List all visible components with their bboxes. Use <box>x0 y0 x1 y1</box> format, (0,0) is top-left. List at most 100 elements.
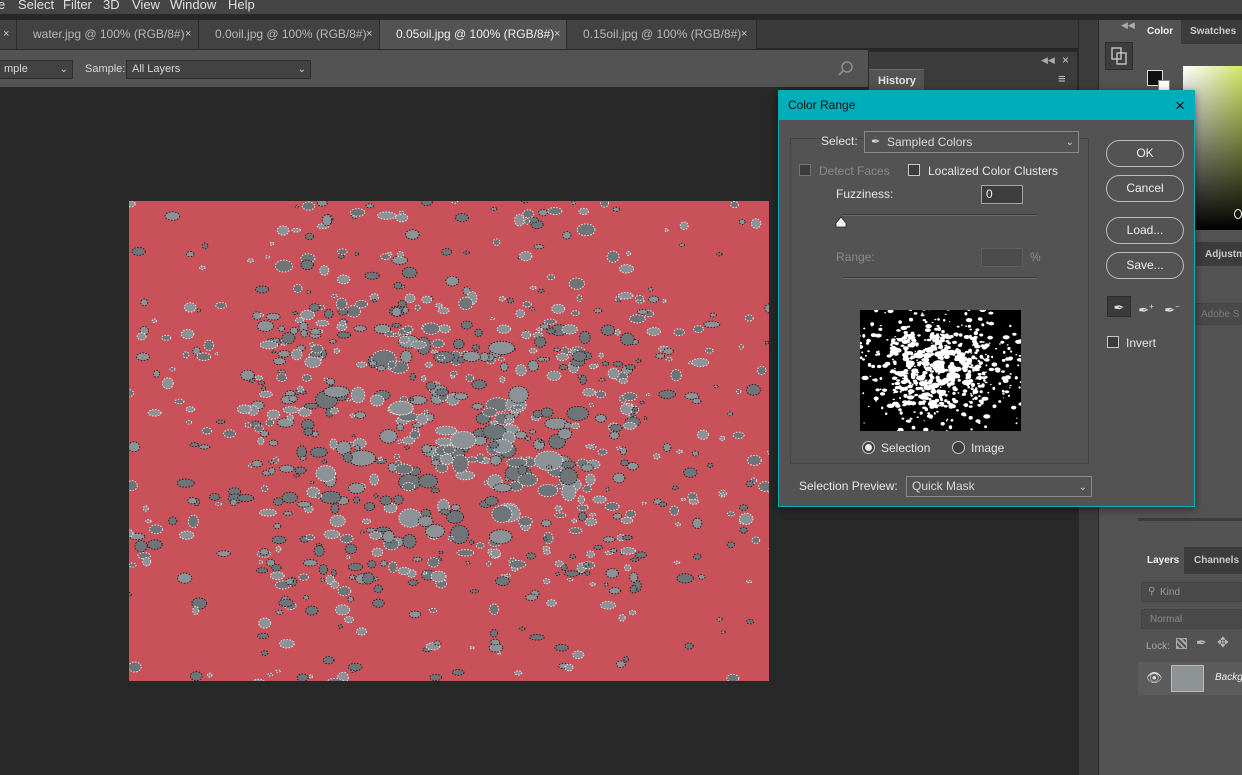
oil-droplet <box>379 560 388 567</box>
layer-name[interactable]: Backgr <box>1215 672 1242 683</box>
panel-menu-icon[interactable]: ≡ <box>1058 71 1066 86</box>
ok-button[interactable]: OK <box>1106 140 1184 167</box>
selection-speck <box>1002 378 1009 383</box>
selection-speck <box>915 373 919 376</box>
oil-droplet <box>696 429 709 440</box>
layer-row-background[interactable]: 👁 Backgr <box>1138 662 1242 695</box>
menu-help[interactable]: Help <box>228 0 255 12</box>
selection-speck <box>1009 324 1012 328</box>
save-button[interactable]: Save... <box>1106 252 1184 279</box>
fuzziness-slider-handle[interactable] <box>835 216 847 228</box>
oil-droplet <box>561 460 576 469</box>
lock-pixels-icon[interactable] <box>1176 638 1187 649</box>
close-icon[interactable]: × <box>1062 53 1069 67</box>
adobe-stock-search[interactable]: Adobe S <box>1192 303 1242 325</box>
tab-water[interactable]: water.jpg @ 100% (RGB/8#) × <box>17 20 199 49</box>
oil-droplet <box>355 361 368 368</box>
eyedropper-plus-icon[interactable]: ✒+ <box>1134 296 1158 317</box>
selection-speck <box>964 379 968 382</box>
oil-droplet <box>601 361 610 367</box>
selection-speck <box>902 403 907 407</box>
selection-speck <box>891 383 895 385</box>
oil-droplet <box>720 630 726 634</box>
cancel-button[interactable]: Cancel <box>1106 175 1184 202</box>
oil-droplet <box>344 543 357 555</box>
fuzziness-input[interactable]: 0 <box>981 185 1023 204</box>
dialog-titlebar[interactable]: Color Range × <box>779 91 1194 120</box>
oil-droplet <box>676 573 694 584</box>
selection-speck <box>977 317 983 321</box>
tab-history[interactable]: History <box>869 69 924 92</box>
selection-speck <box>936 325 940 327</box>
tab-swatches[interactable]: Swatches <box>1190 26 1236 37</box>
collapse-icon[interactable]: ◀◀ <box>1041 55 1055 66</box>
detect-faces-label: Detect Faces <box>819 164 890 178</box>
tab-0-0oil[interactable]: 0.0oil.jpg @ 100% (RGB/8#) × <box>199 20 380 49</box>
document-image-quick-mask[interactable] <box>129 201 769 681</box>
menu-window[interactable]: Window <box>170 0 216 12</box>
move-icon[interactable]: ✥ <box>1217 634 1229 651</box>
tab-channels[interactable]: Channels <box>1194 555 1239 566</box>
selection-speck <box>917 334 921 337</box>
oil-droplet <box>421 295 433 304</box>
selection-speck <box>952 353 956 356</box>
oil-droplet <box>300 259 314 271</box>
blend-mode-select[interactable]: Normal <box>1141 609 1242 629</box>
sample-layers-select[interactable]: All Layers ⌄ <box>126 60 311 79</box>
tab-0-15oil[interactable]: 0.15oil.jpg @ 100% (RGB/8#) × <box>567 20 757 49</box>
oil-droplet <box>582 388 596 397</box>
oil-droplet <box>261 485 269 492</box>
detect-faces-checkbox[interactable] <box>799 164 811 176</box>
close-icon[interactable]: × <box>741 20 747 49</box>
oil-droplet <box>626 250 632 257</box>
invert-checkbox[interactable] <box>1107 336 1119 348</box>
oil-droplet <box>346 305 361 318</box>
tab-color[interactable]: Color <box>1138 20 1181 44</box>
select-dropdown[interactable]: ✒ Sampled Colors ⌄ <box>864 131 1079 153</box>
close-icon[interactable]: × <box>3 20 9 49</box>
selection-speck <box>952 399 959 404</box>
eyedropper-icon[interactable]: ✒ <box>1107 296 1131 317</box>
oil-droplet <box>684 642 694 650</box>
eye-icon[interactable]: 👁 <box>1146 670 1163 686</box>
oil-droplet <box>187 497 198 505</box>
selection-preview-dropdown[interactable]: Quick Mask ⌄ <box>906 476 1092 497</box>
tab-adjustments[interactable]: Adjustm <box>1205 249 1242 260</box>
localized-clusters-checkbox[interactable] <box>908 164 920 176</box>
close-icon[interactable]: × <box>554 20 560 49</box>
menu-filter[interactable]: Filter <box>63 0 92 12</box>
tab-previous[interactable]: × <box>0 20 17 49</box>
properties-panel-button[interactable] <box>1105 42 1133 70</box>
search-icon[interactable] <box>838 61 854 77</box>
selection-speck <box>962 366 968 373</box>
collapse-icon[interactable]: ◀◀ <box>1121 20 1135 31</box>
oil-droplet <box>520 201 530 204</box>
close-icon[interactable]: × <box>1175 91 1185 120</box>
load-button[interactable]: Load... <box>1106 217 1184 244</box>
selection-speck <box>974 387 978 391</box>
layer-filter-kind[interactable]: ⚲ Kind <box>1141 582 1242 602</box>
menu-edit[interactable]: e <box>0 0 5 12</box>
oil-droplet <box>354 411 367 419</box>
eyedropper-minus-icon[interactable]: ✒− <box>1160 296 1184 317</box>
image-radio[interactable] <box>952 441 965 454</box>
selection-radio[interactable] <box>862 441 875 454</box>
brush-icon[interactable]: ✒ <box>1196 635 1207 651</box>
menu-select[interactable]: Select <box>18 0 54 12</box>
oil-droplet <box>421 444 432 454</box>
tab-0-05oil[interactable]: 0.05oil.jpg @ 100% (RGB/8#) × <box>380 20 567 49</box>
menu-view[interactable]: View <box>132 0 160 12</box>
fuzziness-slider-track[interactable] <box>842 214 1037 216</box>
selection-speck <box>947 310 950 311</box>
close-icon[interactable]: × <box>185 20 191 49</box>
tab-layers[interactable]: Layers <box>1138 547 1184 574</box>
selection-speck <box>906 359 910 363</box>
sample-size-select[interactable]: mple ⌄ <box>0 60 73 79</box>
oil-droplet <box>635 358 642 364</box>
oil-droplet <box>670 369 682 382</box>
color-picker-handle[interactable] <box>1234 209 1242 219</box>
close-icon[interactable]: × <box>366 20 372 49</box>
selection-speck <box>910 352 914 356</box>
menu-3d[interactable]: 3D <box>103 0 120 12</box>
selection-speck <box>970 364 974 367</box>
